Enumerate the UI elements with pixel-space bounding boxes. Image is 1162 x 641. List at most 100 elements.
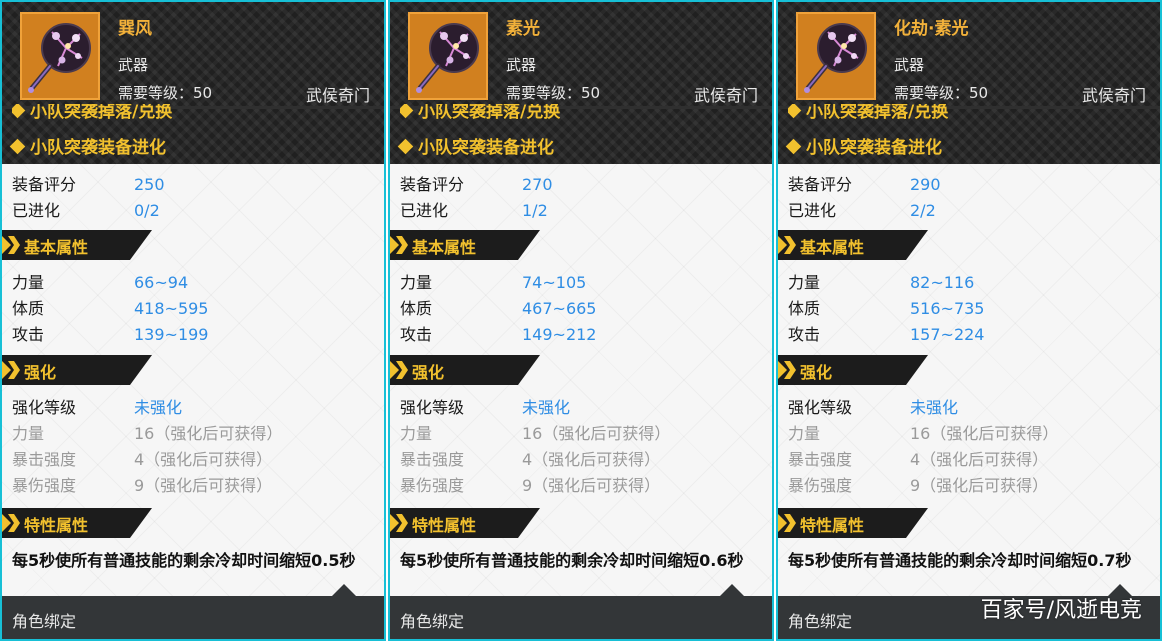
- enhance-stat-value: 16（强化后可获得）: [134, 424, 283, 443]
- section-title: 基本属性: [412, 238, 477, 257]
- source-label: 小队突袭装备进化: [806, 138, 942, 158]
- source-item: 小队突袭装备进化: [397, 133, 554, 158]
- source-item: 小队突袭掉落/兑换: [12, 104, 172, 126]
- item-tooltip-panel: 巽风 武器 需要等级：50 武侯奇门 小队突袭掉落/兑换 小队突袭装备进化 装备…: [0, 0, 386, 641]
- enhance-level-row: 强化等级 未强化: [788, 397, 958, 419]
- section-enhance-header: 强化: [778, 355, 928, 385]
- stat-row: 攻击 157~224: [788, 324, 984, 346]
- enhance-stat-value: 4（强化后可获得）: [134, 450, 273, 469]
- trait-description: 每5秒使所有普通技能的剩余冷却时间缩短0.7秒: [788, 551, 1132, 570]
- enhance-stat-value: 4（强化后可获得）: [910, 450, 1049, 469]
- item-details: 装备评分 290 已进化 2/2 基本属性 力量 82~116 体质 516~735 攻…: [778, 164, 1160, 596]
- section-title: 基本属性: [24, 238, 89, 257]
- diamond-bullet-icon: [400, 104, 414, 118]
- evolved-value: 0/2: [134, 201, 160, 220]
- evolved-row: 已进化 0/2: [12, 200, 160, 222]
- item-name: 素光: [506, 19, 540, 39]
- enhance-stat-value: 16（强化后可获得）: [522, 424, 671, 443]
- enhance-level-label: 强化等级: [400, 398, 465, 417]
- fan-weapon-icon[interactable]: [796, 12, 876, 100]
- section-trait-header: 特性属性: [2, 508, 152, 538]
- notch-arrow-icon: [332, 584, 356, 596]
- stat-row: 力量 66~94: [12, 272, 188, 294]
- stat-label: 力量: [12, 273, 45, 292]
- diamond-bullet-icon: [397, 138, 414, 154]
- evolved-label: 已进化: [400, 201, 449, 220]
- enhance-stat-label: 暴击强度: [12, 450, 77, 469]
- score-label: 装备评分: [400, 175, 465, 194]
- enhance-stat-row: 暴伤强度 9（强化后可获得）: [400, 475, 660, 497]
- evolved-label: 已进化: [788, 201, 837, 220]
- enhance-level-value: 未强化: [910, 398, 959, 417]
- stat-value: 139~199: [134, 325, 209, 344]
- diamond-bullet-icon: [788, 104, 802, 118]
- fan-weapon-glyph: [416, 23, 479, 93]
- fan-weapon-icon[interactable]: [20, 12, 100, 100]
- enhance-stat-label: 力量: [12, 424, 45, 443]
- item-name: 巽风: [118, 19, 152, 39]
- evolved-row: 已进化 1/2: [400, 200, 548, 222]
- trait-description: 每5秒使所有普通技能的剩余冷却时间缩短0.6秒: [400, 551, 744, 570]
- diamond-bullet-icon: [9, 138, 26, 154]
- enhance-stat-row: 力量 16（强化后可获得）: [788, 423, 1058, 445]
- source-label: 小队突袭装备进化: [30, 138, 166, 158]
- section-title: 基本属性: [800, 238, 865, 257]
- diamond-bullet-icon: [785, 138, 802, 154]
- enhance-stat-label: 力量: [400, 424, 433, 443]
- item-name: 化劫·素光: [894, 19, 969, 39]
- source-item: 小队突袭掉落/兑换: [400, 104, 560, 126]
- fan-weapon-icon[interactable]: [408, 12, 488, 100]
- source-label: 小队突袭掉落/兑换: [806, 104, 949, 122]
- section-title: 强化: [24, 363, 57, 382]
- stat-row: 体质 418~595: [12, 298, 208, 320]
- watermark: 百家号/风逝电竞: [980, 598, 1142, 623]
- item-header: 巽风 武器 需要等级：50 武侯奇门 小队突袭掉落/兑换 小队突袭装备进化: [2, 2, 384, 164]
- enhance-stat-value: 9（强化后可获得）: [134, 476, 273, 495]
- section-title: 特性属性: [412, 516, 477, 535]
- item-details: 装备评分 270 已进化 1/2 基本属性 力量 74~105 体质 467~665 攻…: [390, 164, 772, 596]
- section-enhance-header: 强化: [390, 355, 540, 385]
- stat-row: 攻击 139~199: [12, 324, 208, 346]
- trait-description: 每5秒使所有普通技能的剩余冷却时间缩短0.5秒: [12, 551, 356, 570]
- item-header: 素光 武器 需要等级：50 武侯奇门 小队突袭掉落/兑换 小队突袭装备进化: [390, 2, 772, 164]
- item-details: 装备评分 250 已进化 0/2 基本属性 力量 66~94 体质 418~595 攻击…: [2, 164, 384, 596]
- section-title: 特性属性: [24, 516, 89, 535]
- section-title: 特性属性: [800, 516, 865, 535]
- item-tooltip-panel: 化劫·素光 武器 需要等级：50 武侯奇门 小队突袭掉落/兑换 小队突袭装备进化…: [776, 0, 1162, 641]
- stat-label: 体质: [400, 299, 433, 318]
- section-trait-header: 特性属性: [390, 508, 540, 538]
- section-basic-header: 基本属性: [2, 230, 152, 260]
- item-type: 武器: [506, 56, 537, 74]
- notch-arrow-icon: [720, 584, 744, 596]
- item-footer: 角色绑定: [2, 584, 384, 639]
- enhance-stat-row: 暴伤强度 9（强化后可获得）: [12, 475, 272, 497]
- item-type: 武器: [894, 56, 925, 74]
- item-tooltip-panel: 素光 武器 需要等级：50 武侯奇门 小队突袭掉落/兑换 小队突袭装备进化 装备…: [388, 0, 774, 641]
- evolved-label: 已进化: [12, 201, 61, 220]
- score-row: 装备评分 250: [12, 174, 165, 196]
- class-restriction: 武侯奇门: [305, 86, 370, 105]
- evolved-value: 2/2: [910, 201, 936, 220]
- level-requirement: 需要等级：50: [894, 84, 989, 102]
- source-label: 小队突袭装备进化: [418, 138, 554, 158]
- stat-row: 体质 516~735: [788, 298, 984, 320]
- section-enhance-header: 强化: [2, 355, 152, 385]
- score-row: 装备评分 270: [400, 174, 553, 196]
- stat-value: 66~94: [134, 273, 189, 292]
- stat-label: 体质: [788, 299, 821, 318]
- stat-value: 149~212: [522, 325, 597, 344]
- item-footer: 角色绑定: [390, 584, 772, 639]
- stat-value: 157~224: [910, 325, 985, 344]
- stat-value: 74~105: [522, 273, 587, 292]
- stat-value: 82~116: [910, 273, 975, 292]
- class-restriction: 武侯奇门: [1081, 86, 1146, 105]
- enhance-stat-value: 9（强化后可获得）: [910, 476, 1049, 495]
- score-value: 250: [134, 175, 165, 194]
- section-title: 强化: [412, 363, 445, 382]
- enhance-stat-row: 力量 16（强化后可获得）: [12, 423, 282, 445]
- enhance-stat-row: 暴击强度 4（强化后可获得）: [12, 449, 272, 471]
- enhance-stat-label: 暴伤强度: [400, 476, 465, 495]
- enhance-stat-value: 4（强化后可获得）: [522, 450, 661, 469]
- section-basic-header: 基本属性: [778, 230, 928, 260]
- enhance-stat-value: 16（强化后可获得）: [910, 424, 1059, 443]
